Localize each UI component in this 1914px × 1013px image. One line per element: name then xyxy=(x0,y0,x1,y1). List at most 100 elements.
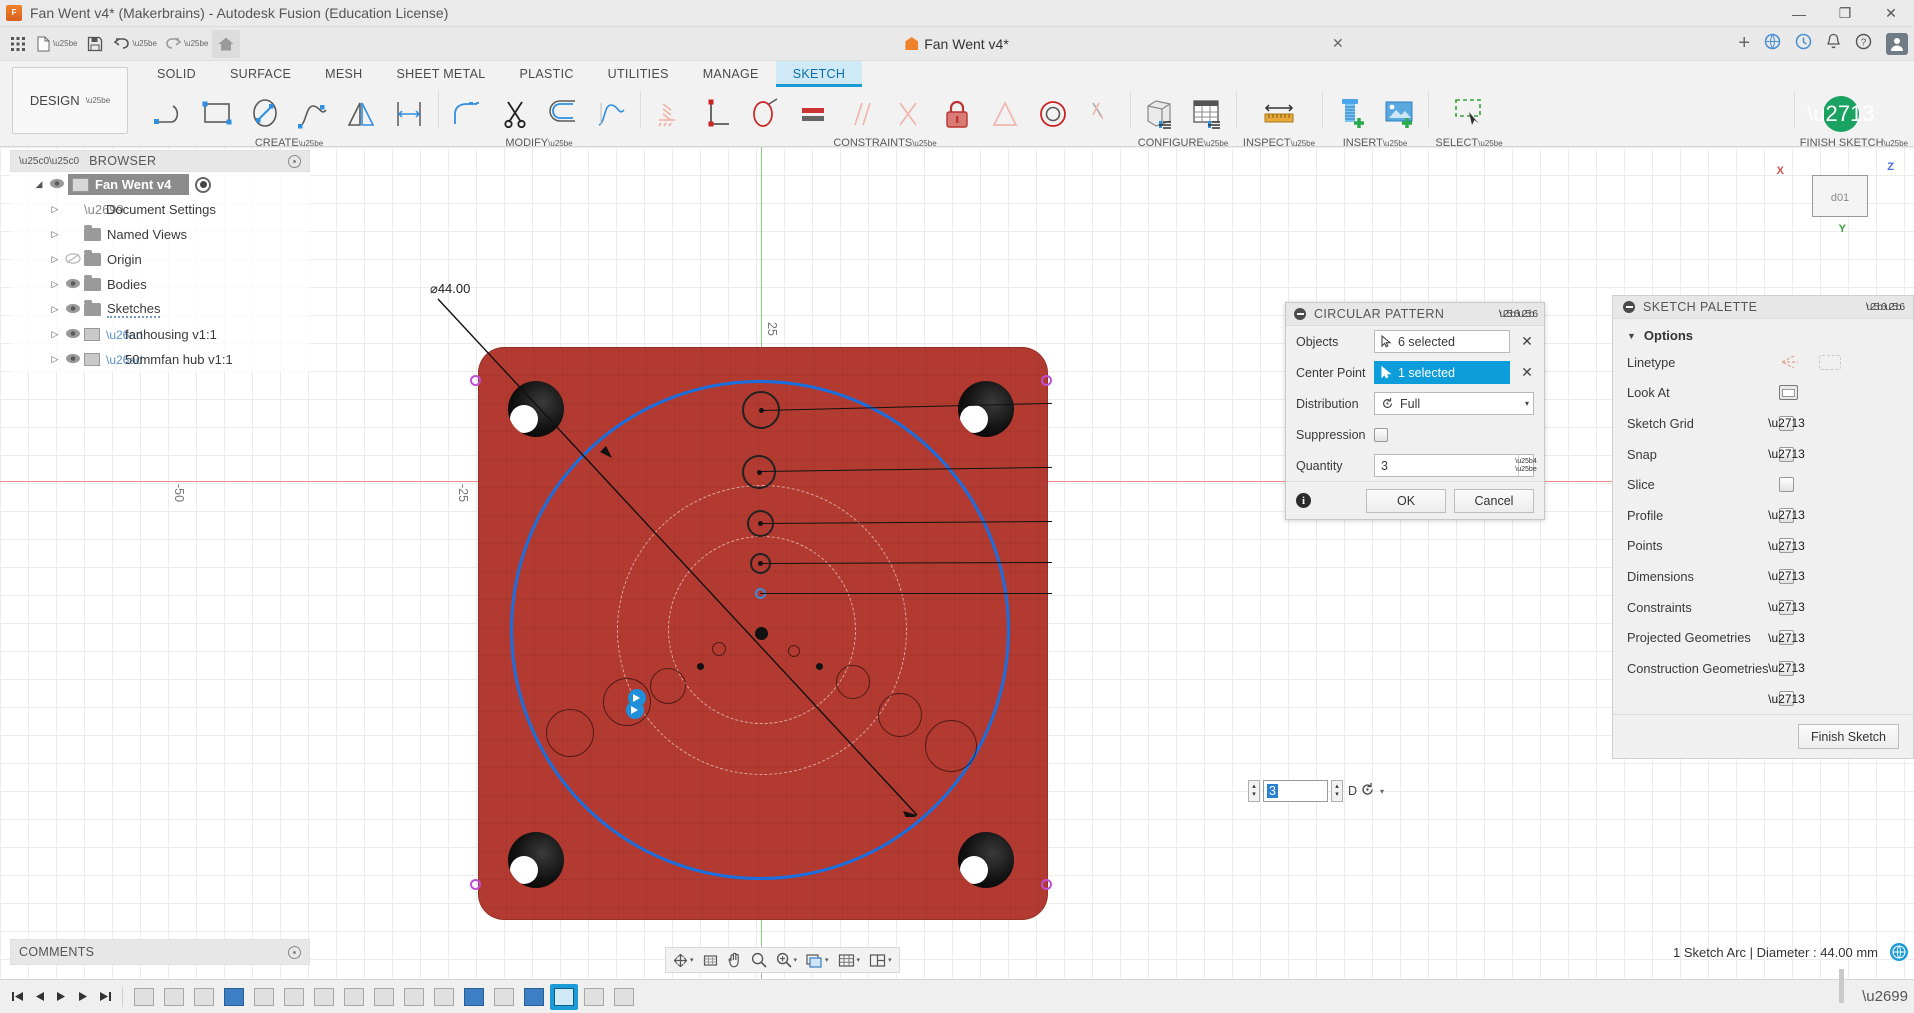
circle-icon[interactable] xyxy=(242,91,288,137)
inline-spinner-arrows-right[interactable]: ▴▾ xyxy=(1331,780,1343,802)
tree-expander[interactable]: ▷ xyxy=(48,254,62,265)
center-point-clear-button[interactable]: ✕ xyxy=(1516,364,1538,381)
view-cube[interactable]: d01 xyxy=(1812,175,1868,221)
corner-hole-bottom-right[interactable] xyxy=(958,832,1014,888)
construction-geometries-checkbox[interactable]: \u2713 xyxy=(1779,661,1794,676)
minimize-button[interactable]: — xyxy=(1776,0,1822,27)
parallel-icon[interactable] xyxy=(838,91,884,137)
sketch-origin-point[interactable] xyxy=(755,627,768,640)
orbit-icon[interactable]: ▾ xyxy=(669,949,698,971)
timeline-node[interactable] xyxy=(400,984,428,1010)
constraints-checkbox[interactable]: \u2713 xyxy=(1779,600,1794,615)
display-settings-icon[interactable]: ▾ xyxy=(802,949,833,971)
quantity-input[interactable]: 3 \u25b4\u25be xyxy=(1374,454,1534,477)
timeline-node[interactable] xyxy=(610,984,638,1010)
offset-icon[interactable] xyxy=(540,91,586,137)
tree-expander[interactable]: ▷ xyxy=(48,204,62,215)
tab-surface[interactable]: SURFACE xyxy=(213,61,308,87)
timeline-node[interactable] xyxy=(190,984,218,1010)
diameter-dimension-label[interactable]: ⌀44.00 xyxy=(430,281,470,297)
collapse-dialog-icon[interactable] xyxy=(1294,308,1306,320)
activate-radio-icon[interactable] xyxy=(195,177,211,193)
zoom-window-icon[interactable]: ▾ xyxy=(772,949,802,971)
pan-grid-icon[interactable] xyxy=(699,949,722,971)
snap-checkbox[interactable]: \u2713 xyxy=(1779,447,1794,462)
distribution-dropdown[interactable]: Full ▾ xyxy=(1374,392,1534,415)
inline-spinner-arrows-left[interactable]: ▴▾ xyxy=(1248,780,1260,802)
user-avatar[interactable] xyxy=(1886,33,1908,55)
chevron-down-icon[interactable]: ▾ xyxy=(1380,787,1384,796)
home-icon[interactable] xyxy=(212,30,240,58)
tab-plastic[interactable]: PLASTIC xyxy=(502,61,590,87)
points-checkbox[interactable]: \u2713 xyxy=(1779,538,1794,553)
sketch-grid-checkbox[interactable]: \u2713 xyxy=(1779,416,1794,431)
cancel-button[interactable]: Cancel xyxy=(1454,489,1534,513)
circular-pattern-dialog[interactable]: CIRCULAR PATTERN \u25b6\u25b6 Objects 6 … xyxy=(1285,302,1545,520)
corner-hole-bottom-left[interactable] xyxy=(508,832,564,888)
tree-item-fanhousing[interactable]: ▷ \u26ad fanhousing v1:1 xyxy=(10,322,310,347)
timeline-node[interactable] xyxy=(580,984,608,1010)
eye-hidden-icon[interactable] xyxy=(62,253,84,267)
workspace-switcher[interactable]: DESIGN \u25be xyxy=(12,67,128,134)
timeline-node[interactable] xyxy=(460,984,488,1010)
inline-quantity-field[interactable]: 3 xyxy=(1263,780,1328,802)
selection-filter-icon[interactable] xyxy=(1446,91,1492,137)
step-forward-icon[interactable] xyxy=(72,985,94,1009)
linetype-construction-icon[interactable] xyxy=(1819,355,1841,370)
sketch-point-bl[interactable] xyxy=(470,879,481,890)
dimension-icon[interactable] xyxy=(386,91,432,137)
timeline-node[interactable] xyxy=(370,984,398,1010)
extra-option-checkbox[interactable]: \u2713 xyxy=(1779,691,1794,706)
viewports-icon[interactable]: ▾ xyxy=(865,949,896,971)
document-tab-close-button[interactable]: ✕ xyxy=(1332,35,1344,52)
app-grid-icon[interactable] xyxy=(4,30,32,58)
chevron-down-icon[interactable]: \u25be xyxy=(53,39,77,48)
insert-image-icon[interactable] xyxy=(1376,91,1422,137)
tree-expander[interactable]: ▷ xyxy=(48,229,62,240)
fix-lock-icon[interactable] xyxy=(934,91,980,137)
tree-item-bodies[interactable]: ▷ Bodies xyxy=(10,272,310,297)
tree-expander[interactable]: ▷ xyxy=(48,304,62,315)
configure-table-icon[interactable] xyxy=(1184,91,1230,137)
undo-icon[interactable]: \u25be xyxy=(109,30,160,58)
tree-item-named-views[interactable]: ▷ Named Views xyxy=(10,222,310,247)
center-point-selection-field[interactable]: 1 selected xyxy=(1374,361,1510,384)
expand-right-icon[interactable]: \u25b6\u25b6 xyxy=(1499,309,1536,320)
info-icon[interactable]: i xyxy=(1296,493,1311,508)
tab-sketch[interactable]: SKETCH xyxy=(776,61,863,87)
chevron-down-icon[interactable]: \u25be xyxy=(132,39,156,48)
vertical-icon[interactable] xyxy=(1078,91,1124,137)
globe-icon[interactable] xyxy=(1890,943,1908,961)
timeline-node[interactable] xyxy=(490,984,518,1010)
corner-hole-top-right[interactable] xyxy=(958,381,1014,437)
look-at-icon[interactable] xyxy=(1779,385,1798,400)
equal-icon[interactable] xyxy=(790,91,836,137)
jobs-icon[interactable] xyxy=(1795,33,1812,55)
sketch-point-tr[interactable] xyxy=(1041,375,1052,386)
panel-options-icon[interactable] xyxy=(288,155,301,168)
symmetry-icon[interactable] xyxy=(982,91,1028,137)
line-icon[interactable] xyxy=(146,91,192,137)
grid-snap-icon[interactable]: ▾ xyxy=(834,949,865,971)
panel-options-icon[interactable] xyxy=(288,946,301,959)
help-icon[interactable]: ? xyxy=(1855,33,1872,55)
tree-item-sketches[interactable]: ▷ Sketches xyxy=(10,297,310,322)
trim-icon[interactable] xyxy=(492,91,538,137)
tree-expander[interactable]: ▷ xyxy=(48,329,62,340)
tangent-icon[interactable] xyxy=(742,91,788,137)
zoom-icon[interactable] xyxy=(747,949,771,971)
browser-root-row[interactable]: ◢ Fan Went v4 xyxy=(10,172,310,197)
eye-visible-icon[interactable] xyxy=(62,353,84,367)
options-section-header[interactable]: ▼ Options xyxy=(1613,319,1913,347)
tree-expander[interactable]: ◢ xyxy=(32,179,46,190)
timeline-node[interactable] xyxy=(160,984,188,1010)
selection-marker-icon[interactable] xyxy=(624,688,652,722)
slice-checkbox[interactable] xyxy=(1779,477,1794,492)
sketch-palette[interactable]: SKETCH PALETTE \u25b6\u25b6 ▼ Options Li… xyxy=(1612,295,1914,759)
collapse-dialog-icon[interactable] xyxy=(1623,301,1635,313)
timeline-node[interactable] xyxy=(520,984,548,1010)
ground-icon[interactable] xyxy=(646,91,692,137)
tree-item-document-settings[interactable]: ▷ \u2699 Document Settings xyxy=(10,197,310,222)
tree-item-origin[interactable]: ▷ Origin xyxy=(10,247,310,272)
linetype-normal-icon[interactable] xyxy=(1779,355,1801,370)
